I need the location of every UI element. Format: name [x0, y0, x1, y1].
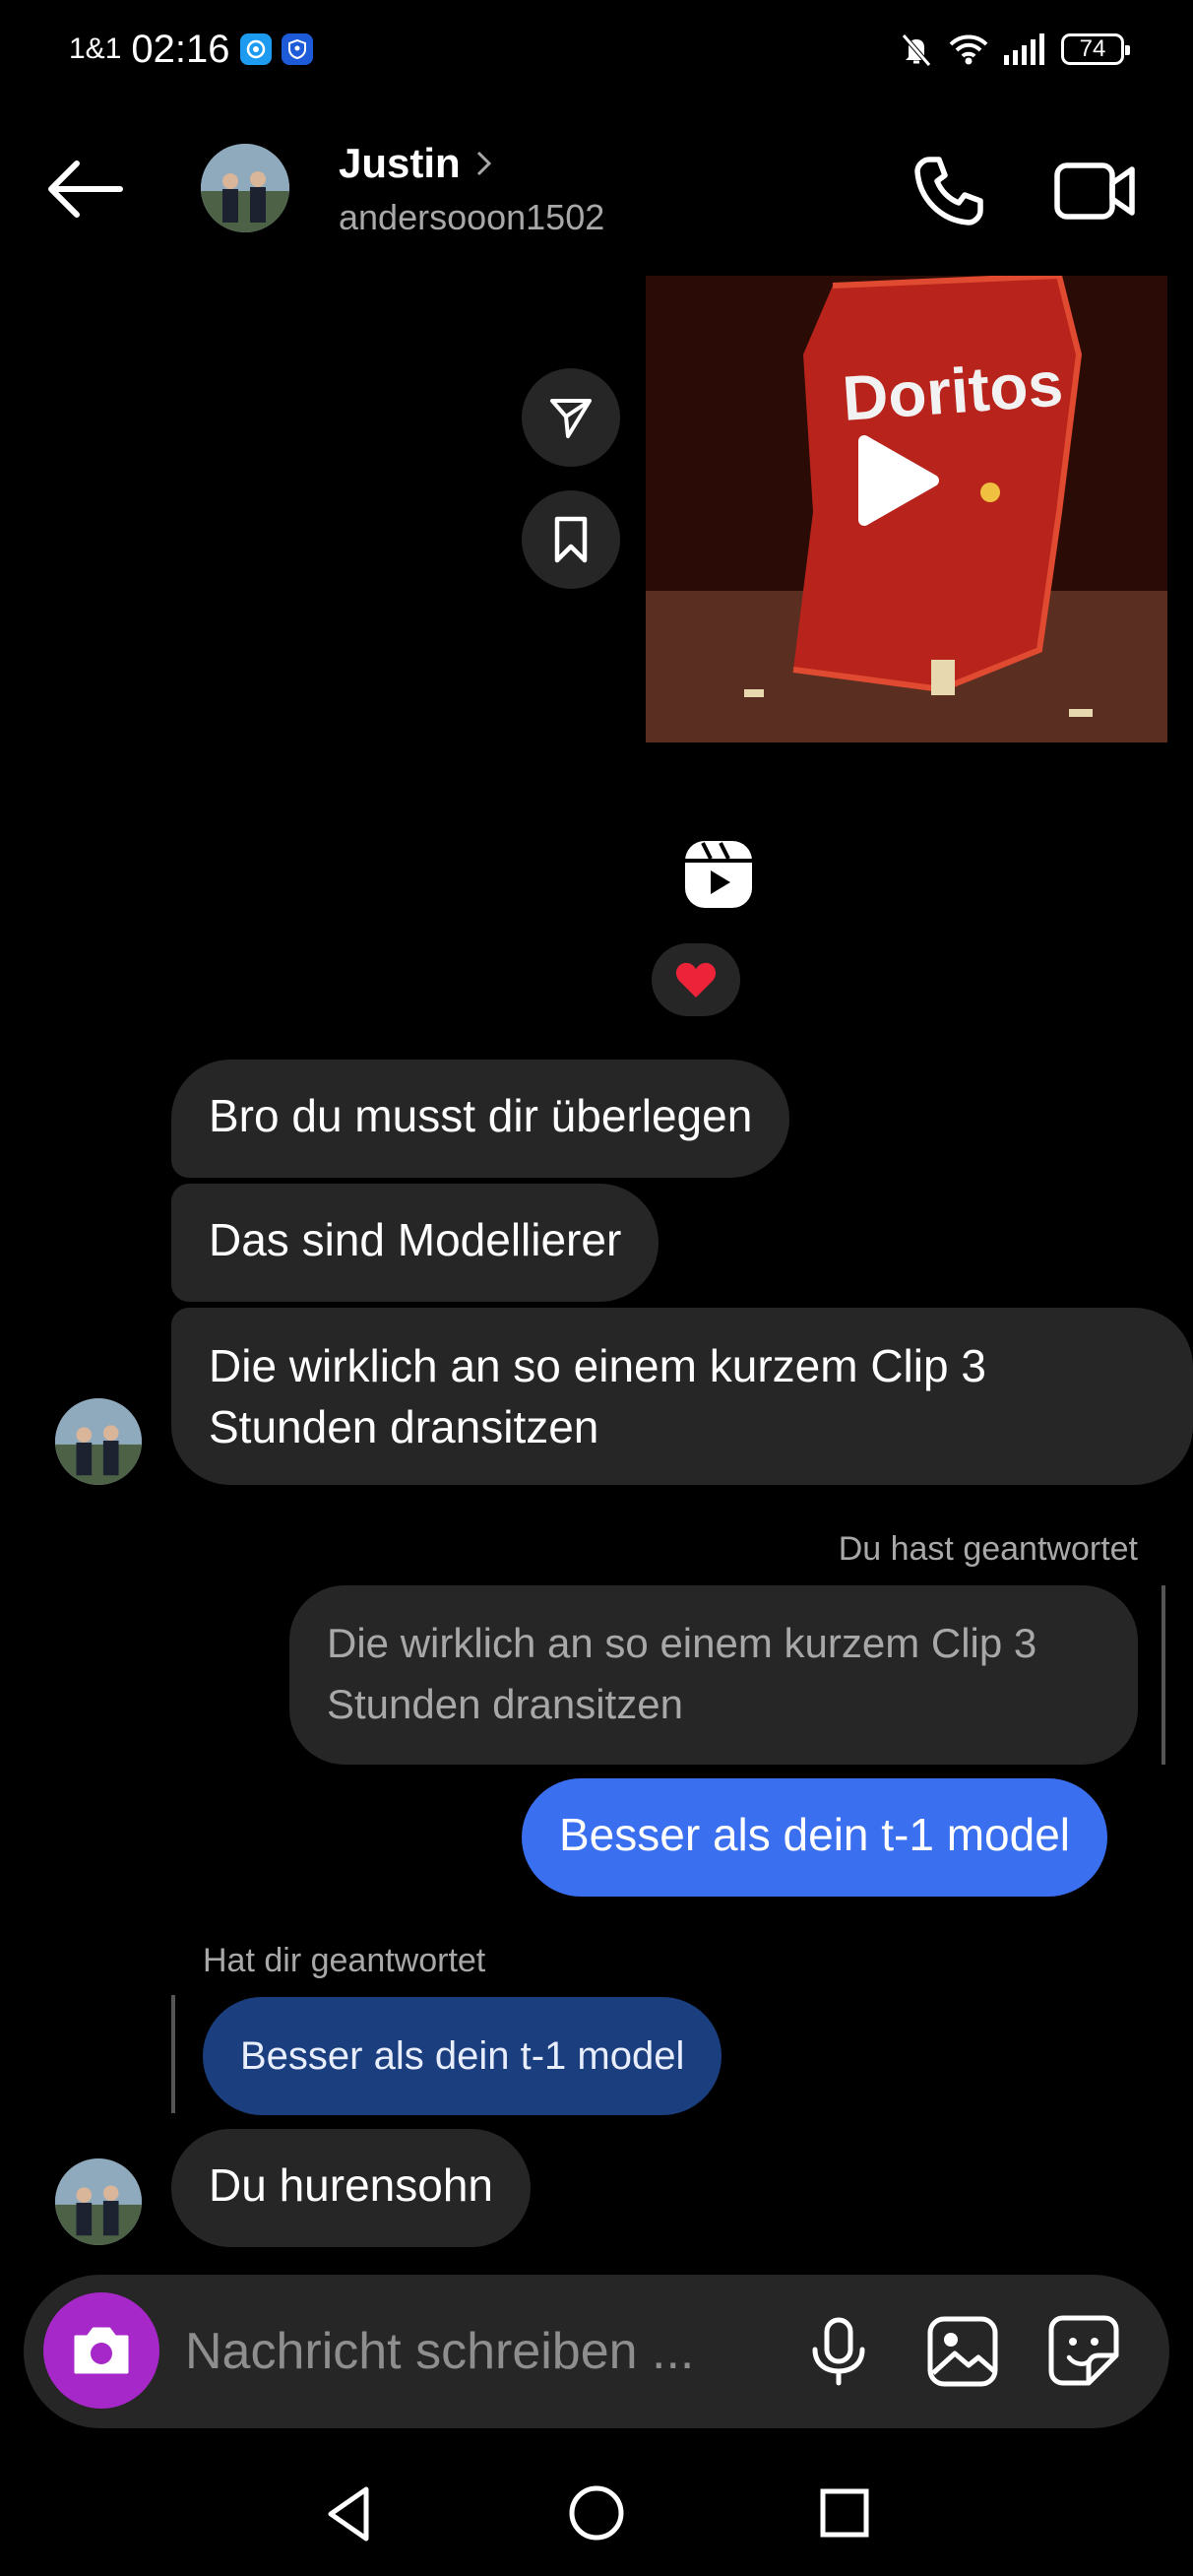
quoted-message[interactable]: Die wirklich an so einem kurzem Clip 3 S…	[289, 1585, 1138, 1765]
share-reel-button[interactable]	[522, 368, 620, 467]
chevron-right-icon	[476, 151, 491, 176]
incoming-message-text: Die wirklich an so einem kurzem Clip 3 S…	[209, 1340, 986, 1452]
send-icon	[550, 399, 592, 438]
status-bar-left: 1&1 02:16	[69, 26, 313, 73]
voice-call-button[interactable]	[910, 152, 988, 230]
nav-home-icon	[569, 2485, 624, 2541]
status-bar-right: 74	[900, 26, 1130, 73]
nav-back-icon	[328, 2486, 369, 2542]
sender-avatar[interactable]	[55, 2158, 142, 2245]
message-input[interactable]	[185, 2316, 736, 2387]
save-reel-button[interactable]	[522, 490, 620, 589]
sender-avatar[interactable]	[55, 1398, 142, 1485]
back-button[interactable]	[43, 158, 126, 221]
mute-icon	[902, 33, 931, 67]
gallery-button[interactable]	[925, 2314, 1000, 2389]
quoted-message[interactable]: Besser als dein t-1 model	[203, 1997, 722, 2115]
back-arrow-icon	[48, 161, 123, 218]
sticker-button[interactable]	[1045, 2312, 1122, 2389]
heart-reaction[interactable]	[652, 943, 740, 1016]
reel-video-thumbnail[interactable]: Doritos	[646, 276, 1167, 742]
contact-name[interactable]: Justin	[339, 140, 461, 187]
clock: 02:16	[131, 27, 230, 71]
camera-icon	[74, 2327, 129, 2374]
wifi-icon	[949, 34, 988, 65]
camera-button[interactable]	[43, 2292, 159, 2409]
incoming-message[interactable]: Du hurensohn	[171, 2129, 531, 2247]
system-back-button[interactable]	[317, 2481, 382, 2546]
reels-icon	[683, 839, 754, 910]
shield-notification-icon	[281, 33, 313, 65]
outgoing-message[interactable]: Besser als dein t-1 model	[522, 1778, 1108, 1897]
quote-indicator-bar	[171, 1995, 175, 2113]
video-camera-icon	[1054, 162, 1135, 220]
contact-username: andersooon1502	[339, 197, 605, 237]
battery-indicator: 74	[1061, 33, 1130, 65]
heart-icon	[675, 962, 717, 998]
quote-indicator-bar	[1162, 1585, 1165, 1765]
incoming-message[interactable]: Das sind Modellierer	[171, 1184, 659, 1302]
contact-name-row[interactable]: Justin	[339, 140, 494, 187]
microphone-icon	[812, 2317, 865, 2386]
voice-message-button[interactable]	[803, 2316, 874, 2387]
incoming-message[interactable]: Bro du musst dir überlegen	[171, 1060, 790, 1178]
incoming-message[interactable]: Die wirklich an so einem kurzem Clip 3 S…	[171, 1308, 1193, 1485]
gallery-icon	[927, 2316, 998, 2387]
vpn-icon	[239, 33, 272, 65]
phone-icon	[914, 157, 983, 225]
system-recents-button[interactable]	[813, 2481, 876, 2544]
reply-label: Hat dir geantwortet	[203, 1942, 486, 1979]
nav-recents-icon	[820, 2488, 869, 2538]
carrier-label: 1&1	[69, 32, 122, 65]
system-home-button[interactable]	[563, 2479, 630, 2546]
video-call-button[interactable]	[1053, 152, 1138, 230]
bookmark-icon	[554, 516, 588, 563]
contact-avatar[interactable]	[201, 144, 289, 232]
sticker-icon	[1048, 2315, 1119, 2386]
reply-label: Du hast geantwortet	[838, 1530, 1138, 1568]
signal-icon	[1004, 33, 1044, 65]
